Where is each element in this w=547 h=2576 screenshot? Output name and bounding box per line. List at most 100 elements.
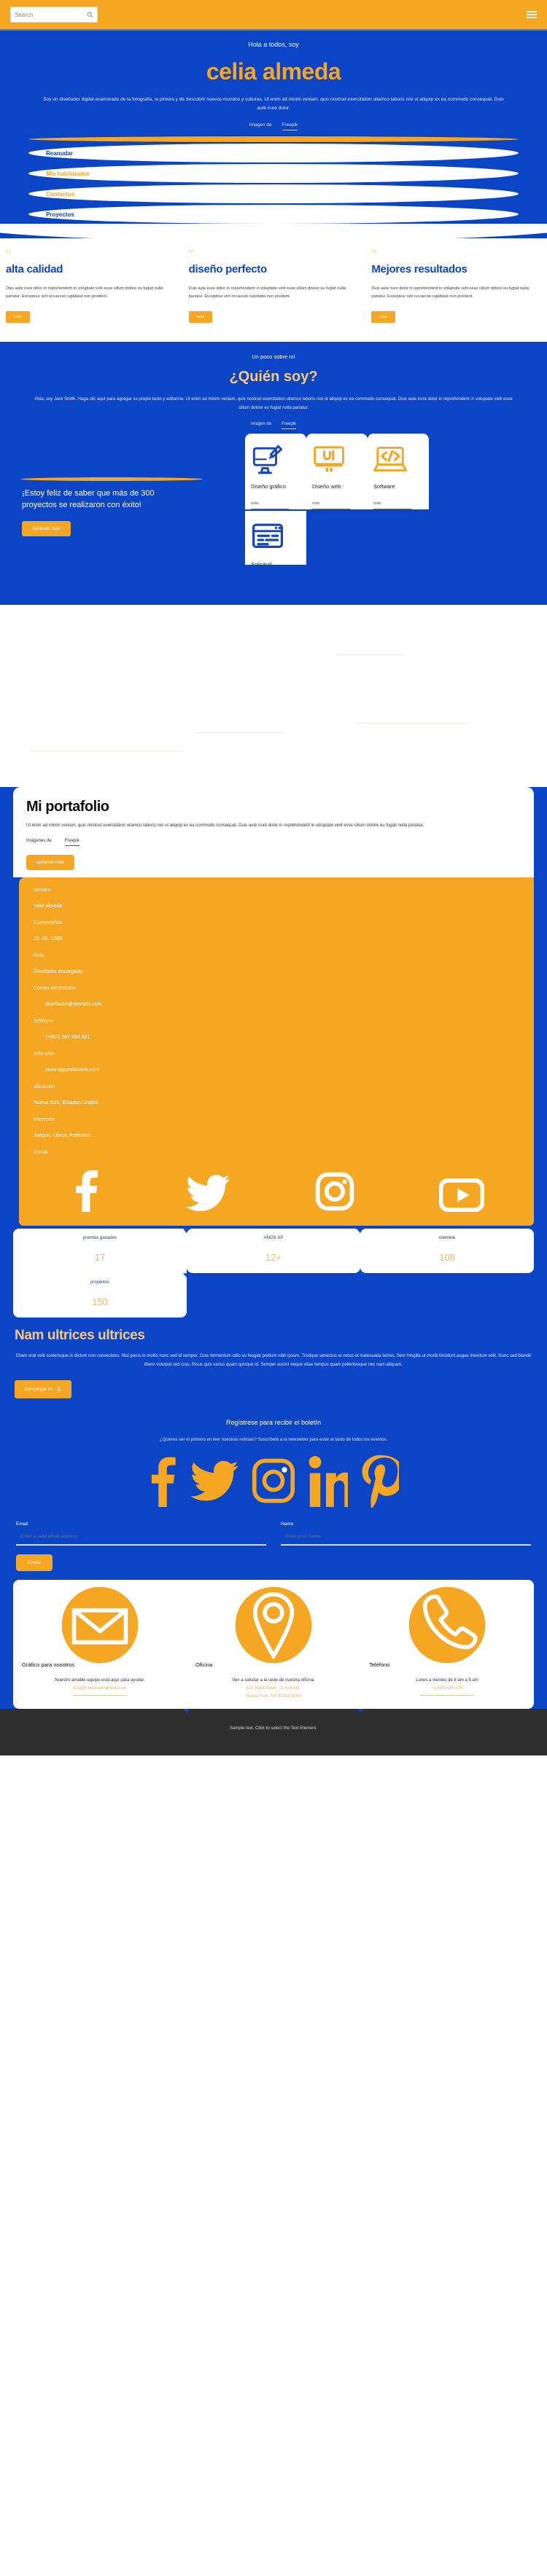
stat-value: 150	[92, 1296, 108, 1308]
stat-value: 17	[94, 1252, 106, 1264]
credit-link-freepik[interactable]: Freepik	[64, 839, 79, 847]
service-more-link[interactable]: más	[373, 501, 411, 509]
credit-link-freepik[interactable]: Freepik	[282, 422, 297, 429]
info-value: Juegos, Libros, Películas	[34, 1133, 90, 1139]
hero-bottom-curve	[0, 224, 547, 239]
nav-row-0: Reanudar	[0, 144, 547, 163]
contact-card-rule	[420, 1694, 474, 1696]
search-icon[interactable]	[87, 12, 93, 18]
nam-body: Etiam erat velit scelerisque in dictum n…	[15, 1354, 531, 1367]
nav-pill-reanudar[interactable]: Reanudar	[28, 144, 519, 163]
contact-card-rule	[73, 1694, 127, 1696]
about-title: ¿Quién soy?	[229, 369, 318, 385]
info-value: diseñador@ejemplo.com	[45, 1002, 102, 1008]
stat-card-clientela: clientela 108	[360, 1229, 534, 1274]
instagram-icon[interactable]	[252, 1454, 295, 1511]
service-name: Software	[373, 482, 395, 490]
service-card-diseno-web[interactable]: Diseño web más	[306, 433, 368, 509]
stat-card-anos-xp: AÑOS XP 12+	[187, 1229, 364, 1274]
banner-learn-more-button[interactable]: Aprende más	[22, 521, 71, 537]
about-credit: Imagen de Freepik	[0, 422, 547, 429]
faint-rule	[195, 732, 283, 733]
info-label: Intereses	[34, 1117, 55, 1123]
name-input[interactable]	[281, 1526, 531, 1546]
faint-rule	[356, 722, 469, 724]
facebook-icon[interactable]	[148, 1455, 177, 1511]
nav-pill-contactos[interactable]: Contactos	[28, 184, 519, 204]
stat-label: proyectos	[90, 1280, 109, 1285]
pinterest-icon[interactable]	[361, 1454, 404, 1511]
service-card-diseno-grafico[interactable]: Diseño gráfico más	[245, 433, 306, 509]
nav-row-3: Proyectos	[0, 205, 547, 224]
twitter-icon[interactable]	[190, 1460, 238, 1506]
nav-accent-ellipse	[28, 136, 519, 143]
info-value: Nueva York, Estados Unidos	[34, 1100, 98, 1106]
info-value: 25. 05. 1989	[34, 936, 62, 942]
service-more-link[interactable]: más	[312, 501, 350, 509]
nav-pill-label: Contactos	[46, 190, 75, 197]
info-label: ubicación	[34, 1084, 55, 1090]
name-label: Name	[281, 1521, 294, 1527]
about-eyebrow: Un poco sobre mí	[252, 353, 295, 361]
feature-body: Duis aute irure dolor in reprehenderit i…	[6, 286, 163, 300]
nam-title: Nam ultrices ultrices	[15, 1328, 145, 1344]
email-input[interactable]	[16, 1526, 266, 1546]
page-root: Search Hola a todos, soy celia almeda So…	[0, 0, 547, 1755]
nav-row-2: Contactos	[0, 184, 547, 204]
service-card-software[interactable]: Software más	[368, 433, 429, 509]
service-more-link[interactable]: más	[251, 501, 289, 509]
service-cards-row: Diseño gráfico más Diseño web más Softwa…	[245, 433, 429, 509]
facebook-icon[interactable]	[69, 1168, 102, 1215]
credit-link-freepik[interactable]: Freepik	[282, 122, 298, 131]
about-tail-spacer	[0, 564, 547, 605]
nav-pill-proyectos[interactable]: Proyectos	[28, 205, 519, 224]
credit-prefix: Imágenes de	[26, 839, 52, 844]
contact-card-link[interactable]: hola@nuestraempresa.com	[22, 1686, 178, 1691]
contact-card-link[interactable]: +1(555) 000-000	[369, 1686, 525, 1691]
feature-title: Mejores resultados	[371, 263, 468, 276]
download-cv-button[interactable]: Descargar cv	[15, 1379, 72, 1398]
info-section: nombre celia almeda Cumpleaños 25. 05. 1…	[0, 877, 547, 1226]
nam-section: Nam ultrices ultrices Etiam erat velit s…	[0, 1318, 547, 1412]
contact-card-oficina: Oficina Ven a saludar a la sede de nuest…	[187, 1579, 364, 1713]
portfolio-learn-more-button[interactable]: aprende más	[26, 855, 74, 871]
feature-more-button[interactable]: más	[188, 311, 213, 324]
portfolio-title: Mi portafolio	[26, 798, 109, 815]
twitter-icon[interactable]	[186, 1174, 230, 1215]
credit-prefix: Imagen de	[249, 122, 272, 128]
nav-pill-mis-habilidades[interactable]: Mis habilidades	[28, 164, 519, 184]
footer: Sample text. Click to select the Text El…	[0, 1708, 547, 1755]
info-social-strip	[19, 1155, 534, 1226]
feature-more-button[interactable]: más	[6, 311, 30, 324]
envelope-icon	[22, 1586, 178, 1663]
hero-eyebrow: Hola a todos, soy	[248, 41, 299, 48]
feature-card-2: 03 Mejores resultados Duis aute irure do…	[371, 250, 541, 324]
contact-card-link[interactable]: 121 Rock Sreet, 21 Avenue,	[195, 1686, 352, 1691]
nav-pill-label: Proyectos	[46, 211, 74, 218]
stat-label: clientela	[438, 1236, 455, 1241]
info-label: Sitio web	[34, 1052, 55, 1057]
newsletter-subtitle: ¿Quieres ser el primero en leer nuestras…	[159, 1437, 388, 1442]
contact-card-desc: Lunes a viernes de 8 am a 5 am	[416, 1677, 478, 1683]
stat-value: 12+	[265, 1252, 282, 1264]
feature-card-0: 01 alta calidad Duis aute irure dolor in…	[6, 250, 176, 324]
info-label: Correo electrónico	[34, 986, 76, 992]
youtube-icon[interactable]	[438, 1178, 485, 1215]
services-deck: ¡Estoy feliz de saber que más de 300 pro…	[0, 433, 547, 595]
info-value: (+987) 987 654 321	[45, 1035, 90, 1041]
search-input[interactable]: Search	[10, 7, 98, 23]
info-label: Cumpleaños	[34, 920, 63, 926]
banner-accent-bar	[20, 477, 203, 481]
download-cv-label: Descargar cv	[25, 1386, 53, 1392]
newsletter-submit-button[interactable]: Enviar	[16, 1554, 53, 1571]
info-label: Social	[34, 1150, 48, 1156]
contact-card-link-2[interactable]: Nueva York, NY 92103-9000	[195, 1694, 352, 1699]
linkedin-icon[interactable]	[309, 1454, 355, 1511]
name-field-group: Name	[281, 1522, 531, 1546]
instagram-icon[interactable]	[314, 1171, 355, 1215]
contact-card-desc: Nuestro amable equipo está aquí para ayu…	[55, 1677, 145, 1683]
stat-card-proyectos: proyectos 150	[13, 1273, 190, 1318]
hamburger-menu-icon[interactable]	[527, 11, 537, 18]
hero-description: Soy un diseñador digital enamorado de la…	[43, 97, 504, 111]
feature-more-button[interactable]: más	[371, 311, 395, 324]
